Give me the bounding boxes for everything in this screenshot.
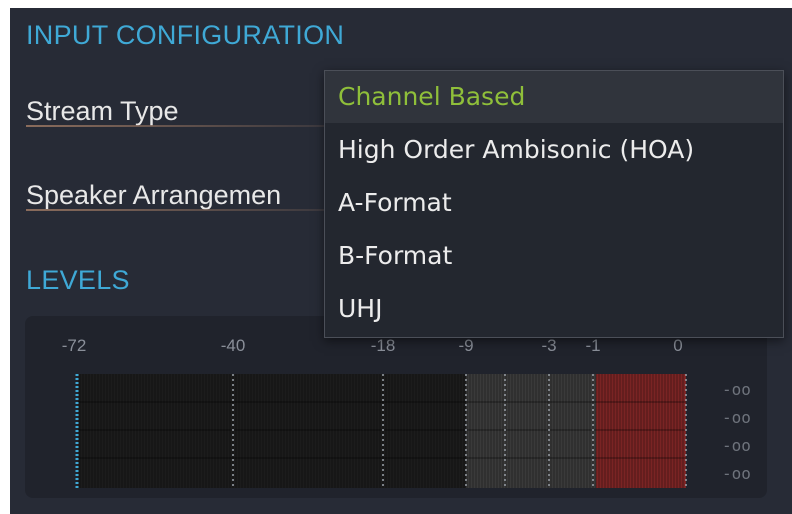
dropdown-option-a-format[interactable]: A-Format <box>325 177 783 229</box>
channel-readout: -oo <box>722 380 751 399</box>
channel-readout: -oo <box>722 408 751 427</box>
dropdown-option-channel-based[interactable]: Channel Based <box>325 71 783 123</box>
dropdown-option-b-format[interactable]: B-Format <box>325 230 783 282</box>
channel-readout: -oo <box>722 436 751 455</box>
channel-readout: -oo <box>722 464 751 483</box>
dropdown-option-uhj[interactable]: UHJ <box>325 283 783 335</box>
dropdown-option-hoa[interactable]: High Order Ambisonic (HOA) <box>325 124 783 176</box>
stream-type-dropdown-menu[interactable]: Channel Based High Order Ambisonic (HOA)… <box>324 70 784 338</box>
